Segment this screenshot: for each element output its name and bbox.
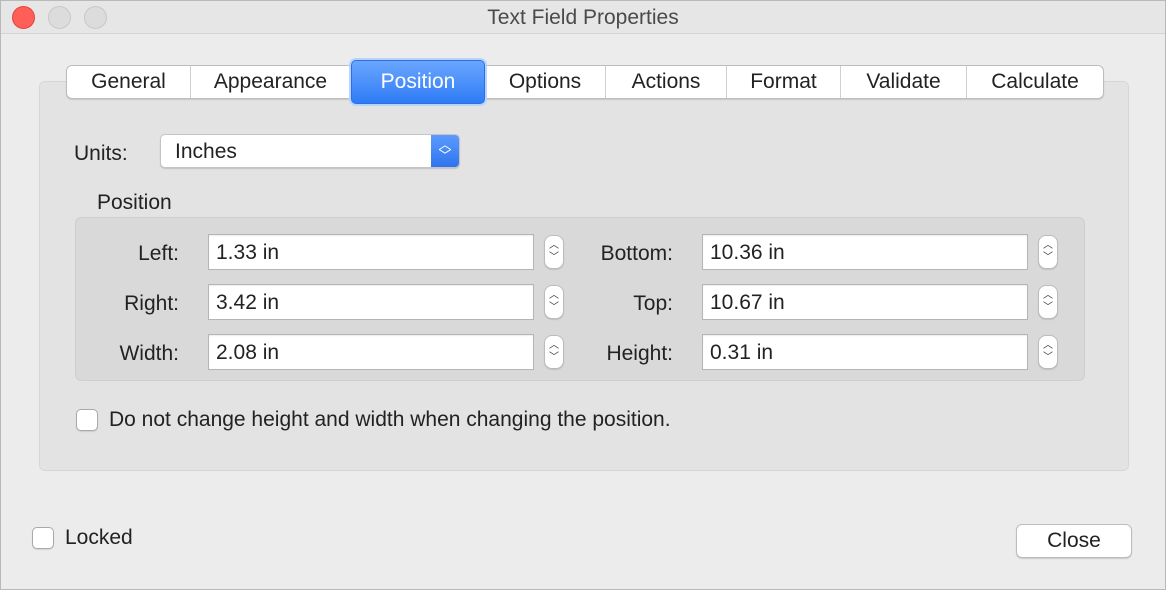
tab-format[interactable]: Format	[727, 66, 841, 98]
locked-label: Locked	[65, 526, 133, 549]
window-title: Text Field Properties	[487, 6, 679, 29]
chevron-updown-icon: ︿ ﹀	[431, 135, 459, 167]
height-field[interactable]: 0.31 in	[702, 334, 1028, 370]
width-label: Width:	[119, 342, 179, 365]
units-label: Units:	[74, 142, 128, 165]
dialog-window: Text Field Properties General Appearance…	[0, 0, 1166, 590]
tab-options[interactable]: Options	[485, 66, 606, 98]
width-field[interactable]: 2.08 in	[208, 334, 534, 370]
top-value: 10.67 in	[710, 291, 785, 314]
top-stepper[interactable]: ︿ ﹀	[1038, 285, 1058, 319]
left-stepper[interactable]: ︿ ﹀	[544, 235, 564, 269]
width-value: 2.08 in	[216, 341, 280, 364]
left-value: 1.33 in	[216, 241, 280, 264]
position-group-title: Position	[97, 191, 172, 214]
height-value: 0.31 in	[710, 341, 774, 364]
units-select[interactable]: Inches ︿ ﹀	[160, 134, 460, 168]
tab-general[interactable]: General	[67, 66, 191, 98]
bottom-label: Bottom:	[600, 242, 673, 265]
tab-validate[interactable]: Validate	[841, 66, 967, 98]
height-stepper[interactable]: ︿ ﹀	[1038, 335, 1058, 369]
tab-position[interactable]: Position	[351, 60, 485, 104]
left-field[interactable]: 1.33 in	[208, 234, 534, 270]
right-field[interactable]: 3.42 in	[208, 284, 534, 320]
title-bar: Text Field Properties	[1, 1, 1165, 34]
top-label: Top:	[633, 292, 673, 315]
right-stepper[interactable]: ︿ ﹀	[544, 285, 564, 319]
locked-checkbox[interactable]	[32, 527, 54, 549]
height-label: Height:	[606, 342, 673, 365]
right-value: 3.42 in	[216, 291, 280, 314]
keep-size-checkbox[interactable]	[76, 409, 98, 431]
keep-size-label: Do not change height and width when chan…	[109, 408, 671, 431]
bottom-field[interactable]: 10.36 in	[702, 234, 1028, 270]
units-selected-value: Inches	[175, 140, 237, 163]
tab-bar: General Appearance Position Options Acti…	[66, 60, 1104, 104]
close-button[interactable]: Close	[1016, 524, 1132, 558]
tab-calculate[interactable]: Calculate	[967, 66, 1103, 98]
right-label: Right:	[124, 292, 179, 315]
top-field[interactable]: 10.67 in	[702, 284, 1028, 320]
tab-actions[interactable]: Actions	[606, 66, 727, 98]
left-label: Left:	[138, 242, 179, 265]
width-stepper[interactable]: ︿ ﹀	[544, 335, 564, 369]
bottom-value: 10.36 in	[710, 241, 785, 264]
bottom-stepper[interactable]: ︿ ﹀	[1038, 235, 1058, 269]
tab-appearance[interactable]: Appearance	[191, 66, 351, 98]
